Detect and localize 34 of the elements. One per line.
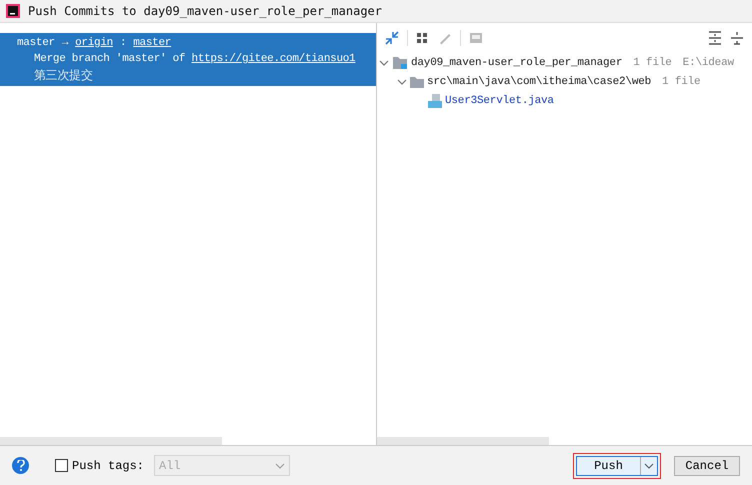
file-count: 1 file: [662, 76, 700, 88]
arrow-text: →: [62, 36, 68, 51]
collapse-all-icon[interactable]: [730, 31, 744, 45]
remote-link[interactable]: origin: [75, 35, 113, 51]
path-text: E:\ideaw: [682, 56, 734, 68]
scrollbar[interactable]: [0, 437, 222, 445]
folder-icon: [410, 76, 424, 88]
group-icon[interactable]: [416, 31, 430, 45]
module-folder-icon: [392, 56, 408, 70]
help-icon[interactable]: [12, 457, 29, 474]
expand-all-icon[interactable]: [708, 31, 722, 45]
checkbox-label: Push tags:: [72, 458, 144, 472]
tree-item[interactable]: day09_maven-user_role_per_manager: [411, 56, 622, 68]
branch-link[interactable]: master: [133, 35, 172, 51]
local-branch: master: [17, 36, 55, 51]
collapse-arrows-icon[interactable]: [385, 31, 399, 45]
chevron-icon[interactable]: [397, 76, 407, 86]
repo-link[interactable]: https://gitee.com/tiansuo1: [192, 53, 356, 65]
app-icon: [6, 4, 20, 18]
commit-message[interactable]: 第三次提交: [0, 67, 376, 83]
tree-item[interactable]: src\main\java\com\itheima\case2\web: [427, 76, 652, 88]
push-button[interactable]: Push: [577, 456, 641, 474]
caret-icon[interactable]: [641, 456, 657, 474]
chevron-icon[interactable]: [379, 58, 389, 68]
cancel-button[interactable]: Cancel: [674, 456, 740, 476]
window-title: Push Commits to day09_maven-user_role_per_manager: [28, 4, 382, 18]
scrollbar[interactable]: [377, 437, 549, 445]
commit-message[interactable]: Merge branch 'master' of https://gitee.com/tiansuo1: [0, 51, 376, 67]
commit-group[interactable]: master → origin : master Merge branch 'master' of https://gitee.com/tiansuo1 第三次提交: [0, 33, 376, 86]
file-count: 1 file: [633, 56, 672, 68]
checkbox[interactable]: [55, 459, 68, 472]
java-file-icon: [428, 94, 442, 108]
tree-item[interactable]: User3Servlet.java: [445, 94, 554, 106]
separator-text: :: [120, 36, 126, 51]
